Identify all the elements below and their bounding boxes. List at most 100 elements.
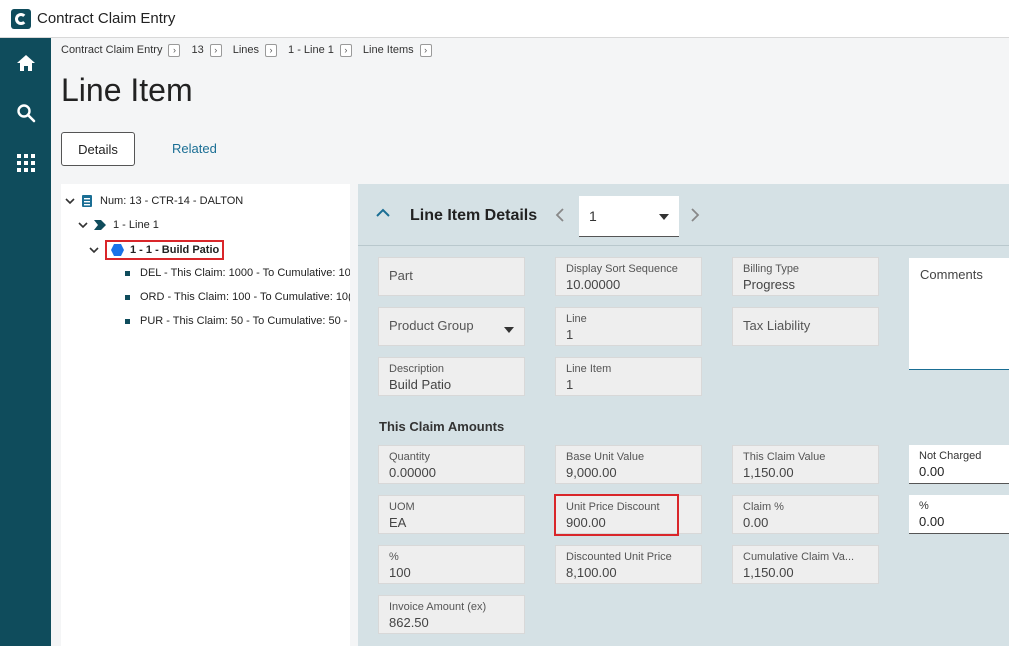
display-sort-sequence-label: Display Sort Sequence [566, 263, 678, 275]
breadcrumb-chevron-icon[interactable]: › [209, 43, 222, 57]
chevron-down-icon[interactable] [89, 245, 99, 255]
discounted-unit-price-value: 8,100.00 [566, 565, 617, 580]
this-claim-value-field[interactable]: This Claim Value 1,150.00 [732, 445, 879, 484]
cumulative-claim-value-label: Cumulative Claim Va... [743, 551, 855, 563]
tab-related[interactable]: Related [172, 141, 217, 156]
highlight-box [554, 494, 679, 536]
app-logo-icon [11, 8, 31, 29]
this-claim-value-value: 1,150.00 [743, 465, 794, 480]
chevron-left-icon[interactable] [555, 208, 565, 222]
dropdown-caret-icon[interactable] [504, 327, 514, 333]
line-value: 1 [566, 327, 574, 342]
uom-field[interactable]: UOM EA [378, 495, 525, 534]
detail-title: Line Item Details [410, 207, 538, 224]
billing-type-value: Progress [743, 277, 796, 292]
claim-percent-value: 0.00 [743, 515, 769, 530]
app-title: Contract Claim Entry [37, 10, 176, 27]
discounted-unit-price-label: Discounted Unit Price [566, 551, 672, 563]
line-item-details-panel: Line Item Details 1 Part Display Sort Se… [358, 184, 1009, 646]
left-rail [0, 38, 51, 646]
invoice-amount-field[interactable]: Invoice Amount (ex) 862.50 [378, 595, 525, 634]
description-field[interactable]: Description Build Patio [378, 357, 525, 396]
tax-liability-label: Tax Liability [743, 318, 811, 333]
invoice-amount-label: Invoice Amount (ex) [389, 601, 487, 613]
breadcrumb-claim-number[interactable]: 13 [191, 44, 203, 56]
tab-details[interactable]: Details [61, 132, 135, 166]
tree-child-label: PUR - This Claim: 50 - To Cumulative: 50… [140, 315, 348, 327]
part-label: Part [389, 268, 413, 283]
percent-value: 100 [389, 565, 411, 580]
chevron-down-icon[interactable] [78, 220, 88, 230]
tree-node-root[interactable]: Num: 13 - CTR-14 - DALTON [65, 192, 243, 210]
billing-type-field[interactable]: Billing Type Progress [732, 257, 879, 296]
breadcrumb-chevron-icon[interactable]: › [168, 43, 181, 57]
tree-child-label: ORD - This Claim: 100 - To Cumulative: 1… [140, 291, 350, 303]
percent-input[interactable]: % 0.00 [909, 495, 1009, 534]
tree-child-row[interactable]: ORD - This Claim: 100 - To Cumulative: 1… [125, 288, 350, 306]
discounted-unit-price-field[interactable]: Discounted Unit Price 8,100.00 [555, 545, 702, 584]
breadcrumb-line-items[interactable]: Line Items [363, 44, 414, 56]
cumulative-claim-value-value: 1,150.00 [743, 565, 794, 580]
detail-header: Line Item Details 1 [358, 184, 1009, 246]
not-charged-input[interactable]: Not Charged 0.00 [909, 445, 1009, 484]
tree-root-label: Num: 13 - CTR-14 - DALTON [100, 195, 244, 207]
home-button[interactable] [0, 41, 51, 85]
tree-node-line[interactable]: 1 - Line 1 [78, 216, 159, 234]
product-group-dropdown[interactable]: Product Group [378, 307, 525, 346]
line-item-field[interactable]: Line Item 1 [555, 357, 702, 396]
display-sort-sequence-field[interactable]: Display Sort Sequence 10.00000 [555, 257, 702, 296]
tree-child-label: DEL - This Claim: 1000 - To Cumulative: … [140, 267, 350, 279]
line-item-selector[interactable]: 1 [579, 196, 679, 237]
base-unit-value-value: 9,000.00 [566, 465, 617, 480]
cumulative-claim-value-field[interactable]: Cumulative Claim Va... 1,150.00 [732, 545, 879, 584]
comments-field[interactable]: Comments [909, 258, 1009, 370]
invoice-amount-value: 862.50 [389, 615, 429, 630]
display-sort-sequence-value: 10.00000 [566, 277, 621, 292]
record-tree: Num: 13 - CTR-14 - DALTON 1 - Line 1 1 -… [61, 184, 350, 646]
percent-label: % [389, 551, 399, 563]
tree-child-row[interactable]: DEL - This Claim: 1000 - To Cumulative: … [125, 264, 350, 282]
search-button[interactable] [0, 91, 51, 135]
tree-child-row[interactable]: PUR - This Claim: 50 - To Cumulative: 50… [125, 312, 347, 330]
tree-node-item[interactable]: 1 - 1 - Build Patio [89, 239, 225, 261]
breadcrumb-line-1[interactable]: 1 - Line 1 [288, 44, 334, 56]
quantity-field[interactable]: Quantity 0.00000 [378, 445, 525, 484]
apps-menu-button[interactable] [0, 141, 51, 185]
claim-percent-field[interactable]: Claim % 0.00 [732, 495, 879, 534]
not-charged-value: 0.00 [919, 464, 945, 479]
hexagon-icon [111, 244, 124, 256]
tree-selected-item[interactable]: 1 - 1 - Build Patio [105, 240, 225, 260]
this-claim-amounts-heading: This Claim Amounts [379, 419, 505, 434]
uom-value: EA [389, 515, 407, 530]
comments-label: Comments [920, 267, 983, 282]
breadcrumb-chevron-icon[interactable]: › [419, 43, 432, 57]
chevron-right-icon[interactable] [690, 208, 700, 222]
breadcrumb-chevron-icon[interactable]: › [265, 43, 278, 57]
page-title: Line Item [61, 72, 193, 108]
not-charged-label: Not Charged [919, 450, 982, 462]
title-bar: Contract Claim Entry [0, 0, 1009, 38]
product-group-label: Product Group [389, 318, 474, 333]
tree-line-label: 1 - Line 1 [113, 219, 159, 231]
percent-field[interactable]: % 100 [378, 545, 525, 584]
chevron-down-icon[interactable] [65, 196, 75, 206]
chevron-up-icon[interactable] [376, 208, 390, 218]
breadcrumb-contract-claim-entry[interactable]: Contract Claim Entry [61, 44, 162, 56]
search-icon [16, 104, 35, 123]
bullet-icon [125, 318, 130, 324]
this-claim-value-label: This Claim Value [743, 451, 826, 463]
description-label: Description [389, 363, 445, 375]
breadcrumb-chevron-icon[interactable]: › [339, 43, 352, 57]
part-field[interactable]: Part [378, 257, 525, 296]
line-field[interactable]: Line 1 [555, 307, 702, 346]
base-unit-value-field[interactable]: Base Unit Value 9,000.00 [555, 445, 702, 484]
line-label: Line [566, 313, 587, 325]
quantity-label: Quantity [389, 451, 430, 463]
tax-liability-field[interactable]: Tax Liability [732, 307, 879, 346]
breadcrumb-lines[interactable]: Lines [233, 44, 259, 56]
line-item-selector-value: 1 [589, 208, 597, 224]
description-value: Build Patio [389, 377, 452, 392]
dropdown-caret-icon[interactable] [659, 214, 669, 220]
line-tag-icon [94, 220, 106, 230]
line-item-label: Line Item [566, 363, 612, 375]
